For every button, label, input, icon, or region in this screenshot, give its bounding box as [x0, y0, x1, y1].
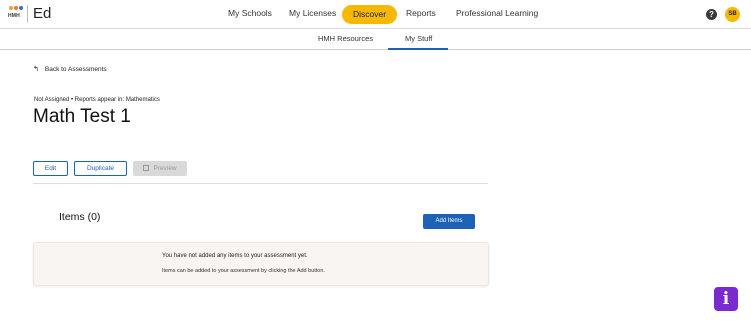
info-icon[interactable]: i: [714, 287, 738, 311]
sub-navigation-bar: HMH Resources My Stuff: [0, 29, 751, 50]
logo-dot-icon: [14, 6, 18, 10]
logo-dot-icon: [9, 6, 13, 10]
empty-message-title: You have not added any items to your ass…: [162, 253, 308, 259]
preview-button: Preview: [133, 161, 187, 176]
section-divider: [33, 183, 488, 184]
nav-item-my-schools[interactable]: My Schools: [228, 8, 272, 18]
page-title: Math Test 1: [33, 106, 131, 127]
logo-dot-icon: [19, 6, 23, 10]
add-items-button[interactable]: Add Items: [423, 214, 475, 229]
nav-item-reports[interactable]: Reports: [406, 8, 436, 18]
user-avatar[interactable]: SB: [725, 7, 740, 22]
logo-text: HMH: [8, 13, 20, 19]
empty-message-body: Items can be added to your assessment by…: [162, 268, 325, 274]
nav-item-my-licenses[interactable]: My Licenses: [289, 8, 336, 18]
back-arrow-icon: ↰: [33, 66, 39, 73]
back-to-assessments-link[interactable]: ↰ Back to Assessments: [33, 65, 107, 73]
tab-my-stuff[interactable]: My Stuff: [405, 34, 432, 43]
assessment-meta: Not Assigned • Reports appear in: Mathem…: [34, 97, 160, 103]
app-name[interactable]: Ed: [33, 5, 51, 22]
duplicate-button[interactable]: Duplicate: [74, 161, 127, 176]
nav-item-professional-learning[interactable]: Professional Learning: [456, 8, 538, 18]
top-navigation-bar: HMH Ed My Schools My Licenses Discover R…: [0, 0, 751, 29]
edit-button[interactable]: Edit: [33, 161, 68, 176]
logo-divider: [27, 5, 28, 23]
tab-hmh-resources[interactable]: HMH Resources: [318, 34, 373, 43]
help-icon[interactable]: ?: [706, 9, 717, 20]
external-link-icon: [143, 165, 150, 171]
preview-label: Preview: [153, 165, 177, 172]
nav-item-discover[interactable]: Discover: [342, 5, 398, 24]
items-heading: Items (0): [59, 211, 101, 223]
active-tab-indicator: [388, 48, 448, 50]
hmh-logo[interactable]: HMH: [8, 5, 26, 23]
back-link-label: Back to Assessments: [44, 66, 107, 73]
empty-items-message: You have not added any items to your ass…: [33, 242, 489, 286]
